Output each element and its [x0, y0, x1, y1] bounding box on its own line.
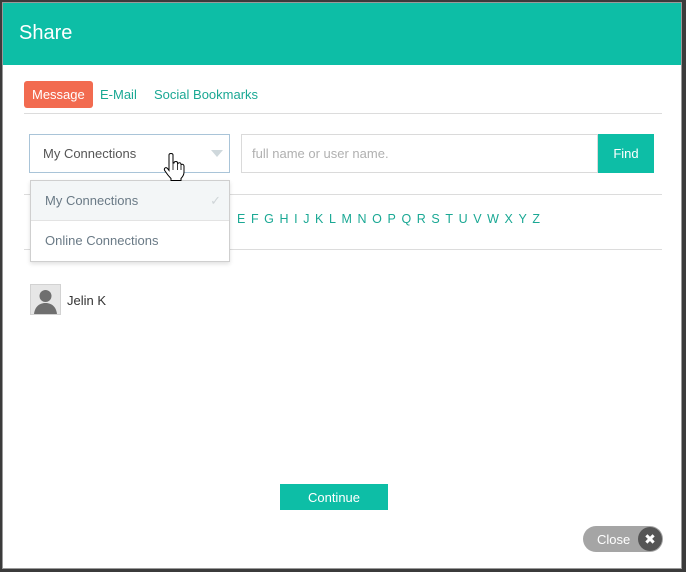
- letter-l[interactable]: L: [329, 212, 336, 226]
- letter-m[interactable]: M: [342, 212, 352, 226]
- close-icon: ✖: [638, 527, 662, 551]
- option-label: My Connections: [45, 193, 139, 208]
- letter-y[interactable]: Y: [518, 212, 526, 226]
- letter-n[interactable]: N: [358, 212, 367, 226]
- letter-f[interactable]: F: [251, 212, 259, 226]
- letter-j[interactable]: J: [303, 212, 309, 226]
- chevron-down-icon: [211, 150, 223, 157]
- tab-email[interactable]: E-Mail: [100, 81, 137, 108]
- tab-social-bookmarks[interactable]: Social Bookmarks: [154, 81, 258, 108]
- user-silhouette-icon: [34, 290, 57, 314]
- letter-t[interactable]: T: [445, 212, 453, 226]
- find-button[interactable]: Find: [598, 134, 654, 173]
- dropdown-option-online-connections[interactable]: Online Connections: [31, 221, 229, 261]
- letter-p[interactable]: P: [388, 212, 396, 226]
- letter-q[interactable]: Q: [401, 212, 411, 226]
- connections-select[interactable]: My Connections: [29, 134, 230, 173]
- tab-message[interactable]: Message: [24, 81, 93, 108]
- letter-r[interactable]: R: [417, 212, 426, 226]
- continue-button[interactable]: Continue: [280, 484, 388, 510]
- letter-i[interactable]: I: [294, 212, 297, 226]
- connections-dropdown: My Connections ✓ Online Connections: [30, 180, 230, 262]
- letter-k[interactable]: K: [315, 212, 323, 226]
- alphabet-filter: EFGHIJKLMNOPQRSTUVWXYZ: [237, 212, 546, 226]
- letter-h[interactable]: H: [280, 212, 289, 226]
- share-dialog: Share Message E-Mail Social Bookmarks My…: [2, 2, 682, 569]
- option-label: Online Connections: [45, 233, 159, 248]
- close-button[interactable]: Close ✖: [583, 526, 663, 552]
- check-icon: ✓: [210, 193, 221, 208]
- search-input[interactable]: [241, 134, 598, 173]
- avatar: [30, 284, 61, 315]
- contact-name: Jelin K: [67, 293, 107, 308]
- connections-select-value: My Connections: [43, 146, 137, 161]
- letter-z[interactable]: Z: [532, 212, 540, 226]
- dialog-header: Share: [3, 3, 681, 65]
- letter-w[interactable]: W: [487, 212, 499, 226]
- dialog-title: Share: [19, 22, 73, 44]
- letter-u[interactable]: U: [459, 212, 468, 226]
- letter-o[interactable]: O: [372, 212, 382, 226]
- hand-cursor-icon: [163, 153, 185, 181]
- letter-e[interactable]: E: [237, 212, 245, 226]
- letter-g[interactable]: G: [264, 212, 274, 226]
- letter-s[interactable]: S: [431, 212, 439, 226]
- letter-v[interactable]: V: [473, 212, 481, 226]
- tabs-divider: [24, 113, 662, 114]
- close-button-label: Close: [597, 532, 631, 547]
- letter-x[interactable]: X: [505, 212, 513, 226]
- dropdown-option-my-connections[interactable]: My Connections ✓: [31, 181, 229, 221]
